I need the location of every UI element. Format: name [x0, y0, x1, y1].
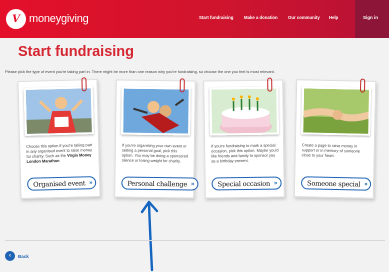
special-occasion-button[interactable]: Special occasion » [211, 176, 282, 191]
paperclip-icon [359, 78, 366, 93]
hands-photo [301, 86, 372, 136]
page-title: Start fundraising [18, 44, 135, 60]
personal-challenge-button[interactable]: Personal challenge » [121, 176, 199, 191]
annotation-arrow-icon [140, 200, 159, 272]
back-button[interactable]: ‹ Back [5, 251, 29, 261]
card-special-occasion: If you're fundraising to mark a special … [203, 77, 285, 199]
button-label: Organised event [33, 178, 86, 189]
card-someone-special: Create a page to raise money in support … [293, 78, 377, 199]
button-label: Special occasion [217, 179, 271, 188]
back-arrow-icon: ‹ [5, 251, 15, 261]
arrow-right-icon: » [89, 179, 93, 186]
footer-divider [5, 240, 385, 241]
main-nav: Start fundraising Make a donation Our co… [0, 15, 389, 25]
arrow-right-icon: » [191, 181, 195, 188]
paperclip-icon [267, 77, 273, 92]
someone-special-button[interactable]: Someone special » [300, 176, 372, 191]
cake-photo [209, 86, 279, 136]
nav-start-fundraising[interactable]: Start fundraising [199, 15, 233, 20]
arrow-right-icon: » [273, 180, 278, 187]
organised-event-button[interactable]: Organised event » [27, 176, 97, 191]
page-intro: Please pick the type of event you're tak… [5, 69, 275, 74]
card-description: Choose this option if you're taking part… [26, 142, 93, 164]
card-description: If you're fundraising to mark a special … [211, 142, 279, 164]
card-description: Create a page to raise money in support … [301, 142, 360, 158]
nav-make-donation[interactable]: Make a donation [244, 15, 278, 20]
runner-photo [23, 86, 94, 136]
button-label: Someone special [306, 178, 361, 189]
arrow-right-icon: » [364, 181, 368, 188]
card-personal-challenge: If you're organising your own event or s… [114, 78, 199, 199]
paperclip-icon [179, 78, 185, 93]
card-description: If you're organising your own event or s… [121, 142, 189, 164]
nav-help[interactable]: Help [329, 15, 338, 20]
back-label: Back [18, 253, 29, 259]
paperclip-icon [81, 77, 87, 92]
nav-our-community[interactable]: Our community [288, 15, 320, 20]
sign-in-button[interactable]: Sign in [355, 0, 389, 38]
button-label: Personal challenge [127, 179, 188, 188]
top-navigation-bar: V moneygiving Start fundraising Make a d… [0, 0, 389, 38]
card-organised-event: Choose this option if you're taking part… [17, 77, 101, 200]
skydive-photo [121, 86, 191, 136]
sign-in-label: Sign in [363, 15, 378, 20]
